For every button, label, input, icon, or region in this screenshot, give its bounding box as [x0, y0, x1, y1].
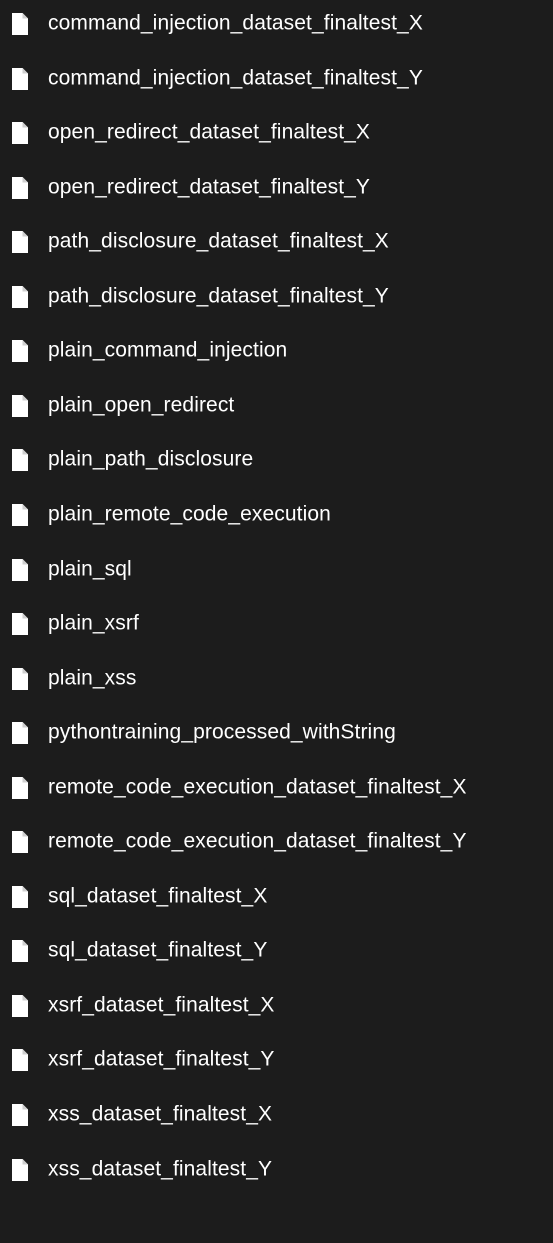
- file-name: plain_xsrf: [48, 611, 139, 635]
- file-name: xsrf_dataset_finaltest_Y: [48, 1047, 275, 1071]
- file-name: path_disclosure_dataset_finaltest_Y: [48, 284, 389, 308]
- file-name: xss_dataset_finaltest_X: [48, 1102, 273, 1126]
- file-list-item[interactable]: plain_remote_code_execution: [0, 495, 553, 535]
- file-icon: [12, 613, 28, 636]
- file-list: command_injection_dataset_finaltest_X co…: [0, 0, 553, 1243]
- file-list-item[interactable]: open_redirect_dataset_finaltest_X: [0, 113, 553, 153]
- file-icon: [12, 994, 28, 1017]
- file-list-item[interactable]: remote_code_execution_dataset_finaltest_…: [0, 822, 553, 862]
- file-name: plain_path_disclosure: [48, 447, 254, 471]
- file-list-item[interactable]: plain_path_disclosure: [0, 440, 553, 480]
- file-name: command_injection_dataset_finaltest_X: [48, 11, 423, 35]
- file-icon: [12, 558, 28, 581]
- file-list-item[interactable]: xss_dataset_finaltest_Y: [0, 1150, 553, 1190]
- file-list-item[interactable]: plain_command_injection: [0, 331, 553, 371]
- file-name: plain_command_injection: [48, 338, 288, 362]
- file-name: plain_sql: [48, 557, 132, 581]
- file-icon: [12, 1104, 28, 1126]
- file-list-item[interactable]: path_disclosure_dataset_finaltest_X: [0, 222, 553, 262]
- file-list-item[interactable]: pythontraining_processed_withString: [0, 713, 553, 753]
- file-name: remote_code_execution_dataset_finaltest_…: [48, 829, 467, 853]
- file-list-item[interactable]: command_injection_dataset_finaltest_X: [0, 4, 553, 44]
- file-list-item[interactable]: command_injection_dataset_finaltest_Y: [0, 59, 553, 99]
- file-name: open_redirect_dataset_finaltest_Y: [48, 175, 371, 199]
- file-icon: [12, 285, 28, 308]
- file-icon: [12, 831, 28, 854]
- file-name: command_injection_dataset_finaltest_Y: [48, 66, 423, 90]
- file-name: plain_open_redirect: [48, 393, 235, 417]
- file-list-item[interactable]: sql_dataset_finaltest_Y: [0, 931, 553, 971]
- file-icon: [12, 449, 28, 472]
- file-name: sql_dataset_finaltest_X: [48, 884, 268, 908]
- file-name: sql_dataset_finaltest_Y: [48, 938, 268, 962]
- file-icon: [12, 776, 28, 799]
- file-list-item[interactable]: path_disclosure_dataset_finaltest_Y: [0, 277, 553, 317]
- file-list-item[interactable]: open_redirect_dataset_finaltest_Y: [0, 168, 553, 208]
- file-list-item[interactable]: plain_sql: [0, 550, 553, 590]
- file-icon: [12, 231, 28, 254]
- file-icon: [12, 340, 28, 363]
- file-name: xsrf_dataset_finaltest_X: [48, 993, 275, 1017]
- file-icon: [12, 722, 28, 745]
- file-list-item[interactable]: plain_xsrf: [0, 604, 553, 644]
- file-icon: [12, 122, 28, 145]
- file-list-item[interactable]: plain_open_redirect: [0, 386, 553, 426]
- file-icon: [12, 1158, 28, 1181]
- file-list-item[interactable]: plain_xss: [0, 659, 553, 699]
- file-name: plain_xss: [48, 666, 137, 690]
- file-list-item[interactable]: xss_dataset_finaltest_X: [0, 1095, 553, 1135]
- file-list-item[interactable]: xsrf_dataset_finaltest_X: [0, 986, 553, 1026]
- file-name: path_disclosure_dataset_finaltest_X: [48, 229, 389, 253]
- file-list-item[interactable]: sql_dataset_finaltest_X: [0, 877, 553, 917]
- file-name: plain_remote_code_execution: [48, 502, 331, 526]
- file-name: pythontraining_processed_withString: [48, 720, 396, 744]
- file-name: xss_dataset_finaltest_Y: [48, 1157, 273, 1181]
- file-icon: [12, 1049, 28, 1072]
- file-name: open_redirect_dataset_finaltest_X: [48, 120, 371, 144]
- file-icon: [12, 176, 28, 199]
- file-list-item[interactable]: xsrf_dataset_finaltest_Y: [0, 1040, 553, 1080]
- file-icon: [12, 67, 28, 90]
- file-name: remote_code_execution_dataset_finaltest_…: [48, 775, 467, 799]
- file-list-item[interactable]: remote_code_execution_dataset_finaltest_…: [0, 768, 553, 808]
- file-icon: [12, 940, 28, 963]
- file-icon: [12, 13, 28, 35]
- file-icon: [12, 394, 28, 417]
- file-icon: [12, 667, 28, 690]
- file-icon: [12, 885, 28, 908]
- file-icon: [12, 503, 28, 526]
